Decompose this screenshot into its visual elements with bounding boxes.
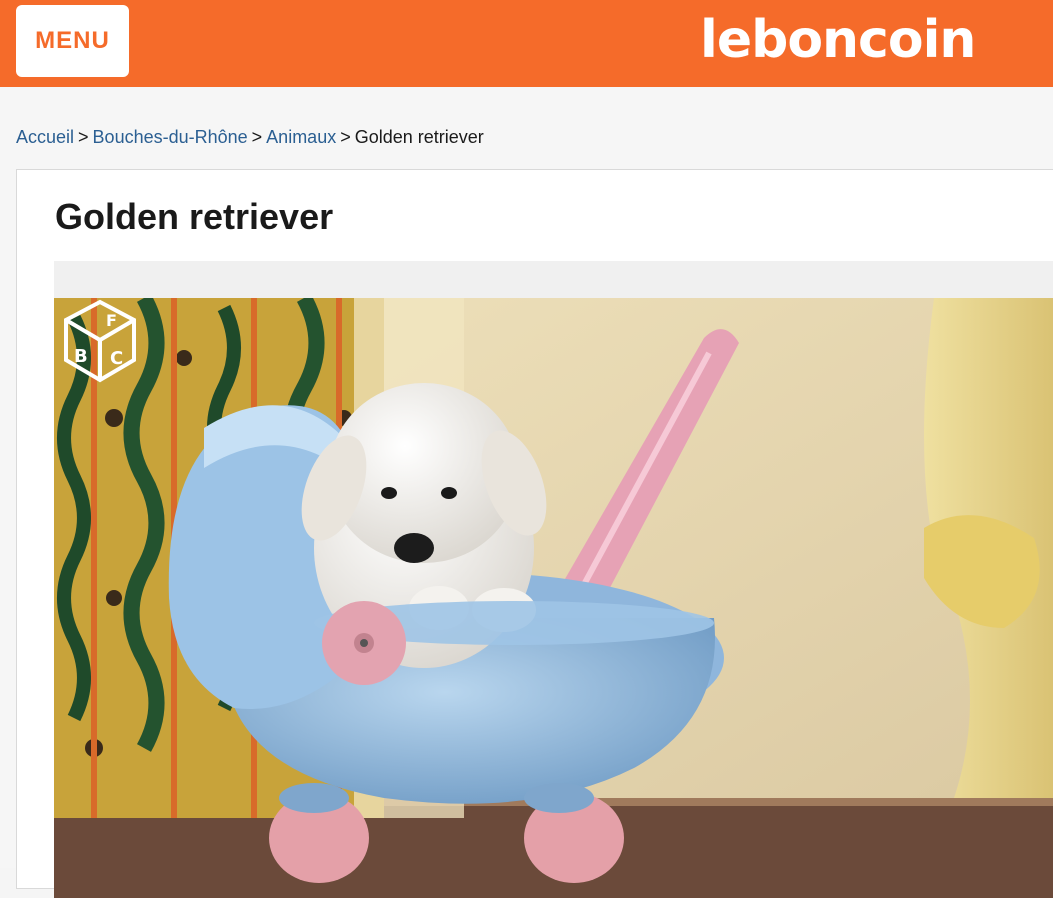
breadcrumb-separator: >: [251, 127, 263, 147]
listing-card: Golden retriever F B C: [16, 169, 1053, 898]
gallery-header: [54, 261, 1053, 299]
leboncoin-logo[interactable]: leboncoin: [700, 8, 976, 72]
top-bar: MENU leboncoin: [0, 0, 1053, 87]
listing-title: Golden retriever: [55, 196, 334, 237]
page-content: Accueil > Bouches-du-Rhône > Animaux > Golden …: [0, 87, 1053, 898]
breadcrumb-separator: >: [78, 127, 89, 147]
breadcrumb-link-category[interactable]: Animaux: [266, 127, 336, 147]
menu-button[interactable]: MENU: [16, 5, 129, 77]
breadcrumb-current: Golden retriever: [354, 127, 484, 147]
breadcrumb-link-home[interactable]: Accueil: [16, 127, 74, 147]
svg-text:B: B: [74, 346, 88, 367]
svg-text:C: C: [110, 348, 123, 369]
svg-text:F: F: [106, 311, 117, 330]
listing-photo[interactable]: F B C: [54, 298, 1053, 898]
breadcrumb-link-region[interactable]: Bouches-du-Rhône: [93, 127, 248, 147]
breadcrumb-separator: >: [340, 127, 351, 147]
breadcrumb: Accueil > Bouches-du-Rhône > Animaux > Golden …: [16, 127, 484, 148]
